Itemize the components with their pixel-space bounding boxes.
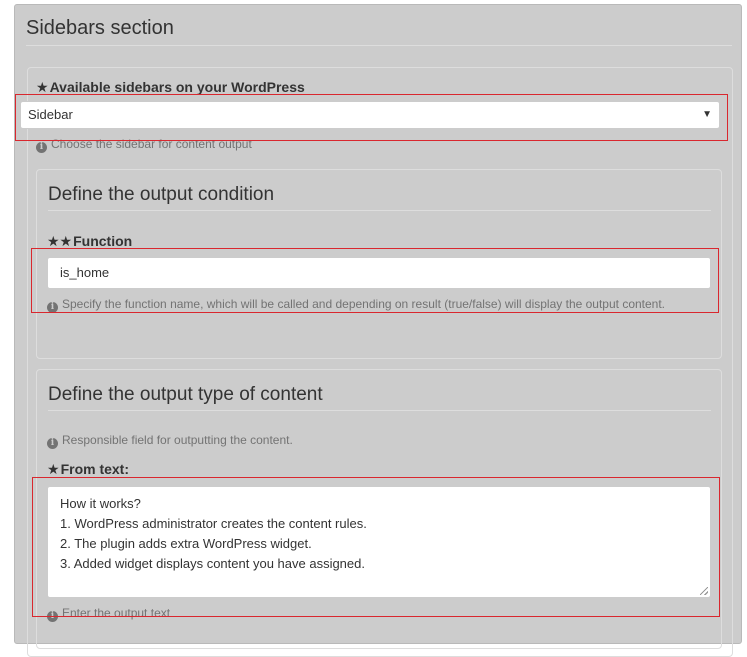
- function-input-value: is_home: [60, 265, 110, 280]
- from-text-field-label: ★From text:: [47, 461, 129, 478]
- output-type-title: Define the output type of content: [48, 384, 323, 405]
- textarea-line: 3. Added widget displays content you hav…: [60, 556, 365, 571]
- textarea-line: 1. WordPress administrator creates the c…: [60, 516, 367, 531]
- sidebar-help-text: Choose the sidebar for content output: [51, 137, 252, 151]
- section-title-divider: [26, 45, 732, 46]
- output-condition-title: Define the output condition: [48, 184, 275, 205]
- section-title: Sidebars section: [26, 17, 174, 39]
- content-type-help: i Responsible field for outputting the co…: [47, 431, 293, 450]
- sidebars-label-text: Available sidebars on your WordPress: [49, 79, 305, 95]
- required-star-icon: ★★: [47, 233, 73, 249]
- output-type-divider: [48, 410, 711, 411]
- function-help-text: Specify the function name, which will be…: [62, 297, 666, 311]
- info-circle-icon: i: [47, 611, 58, 622]
- function-field-label: ★★Function: [47, 233, 132, 250]
- from-text-label-text: From text:: [60, 461, 130, 477]
- function-input[interactable]: is_home: [47, 257, 711, 289]
- content-type-help-text: Responsible field for outputting the con…: [62, 433, 293, 447]
- from-text-textarea[interactable]: How it works? 1. WordPress administrator…: [47, 486, 711, 598]
- from-text-help-text: Enter the output text: [62, 606, 171, 620]
- sidebars-field-label: ★Available sidebars on your WordPress: [36, 79, 305, 96]
- required-star-icon: ★: [47, 461, 60, 477]
- info-circle-icon: i: [36, 142, 47, 153]
- caret-down-icon: ▼: [702, 109, 712, 120]
- textarea-line: How it works?: [60, 496, 141, 511]
- resize-grip-icon[interactable]: [700, 587, 708, 595]
- sidebar-select[interactable]: Sidebar ▼: [20, 101, 720, 129]
- from-text-help: i Enter the output text: [47, 604, 170, 623]
- sidebar-help: i Choose the sidebar for content output: [36, 135, 252, 154]
- function-label-text: Function: [73, 233, 133, 249]
- info-circle-icon: i: [47, 302, 58, 313]
- textarea-line: 2. The plugin adds extra WordPress widge…: [60, 536, 312, 551]
- required-star-icon: ★: [36, 79, 49, 95]
- output-condition-divider: [48, 210, 711, 211]
- sidebar-select-value: Sidebar: [28, 107, 73, 122]
- info-circle-icon: i: [47, 438, 58, 449]
- function-help: i Specify the function name, which will b…: [47, 295, 687, 314]
